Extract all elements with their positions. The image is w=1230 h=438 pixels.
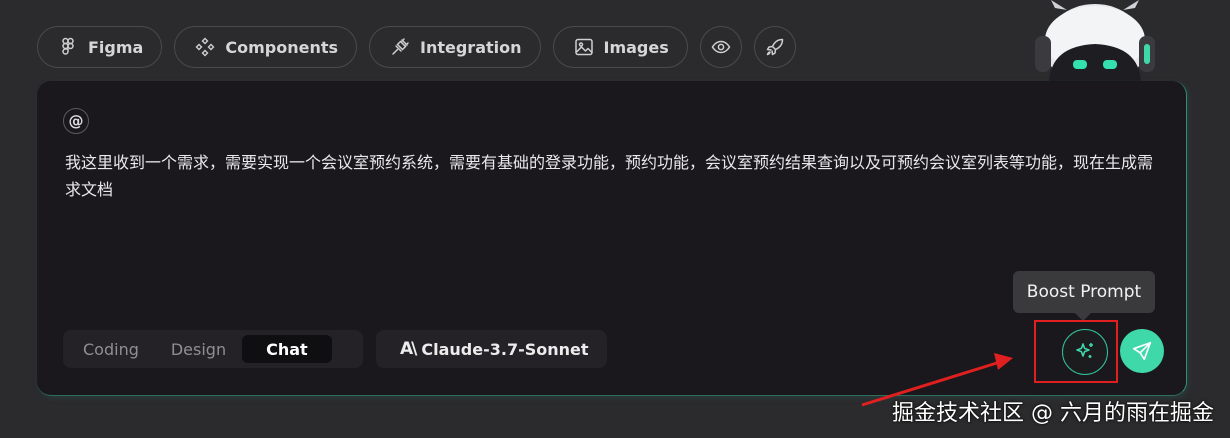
tab-coding[interactable]: Coding [67,335,155,363]
model-name: Claude-3.7-Sonnet [421,339,589,359]
integration-button[interactable]: Integration [369,26,541,68]
mode-switch: Coding Design Chat [63,330,363,368]
boost-prompt-tooltip: Boost Prompt [1013,271,1155,321]
components-label: Components [225,37,338,57]
components-icon [195,37,215,57]
figma-icon [62,37,74,55]
image-icon [574,38,593,56]
eye-icon [711,40,731,54]
mention-button[interactable]: @ [63,108,89,134]
anthropic-logo-icon: A\ [400,339,417,359]
prompt-input[interactable]: 我这里收到一个需求，需要实现一个会议室预约系统，需要有基础的登录功能，预约功能，… [65,149,1165,203]
rocket-icon [766,38,783,56]
robot-mascot-icon [1035,0,1155,82]
figma-button[interactable]: Figma [37,26,163,68]
model-selector[interactable]: A\ Claude-3.7-Sonnet [376,330,607,368]
deploy-button[interactable] [753,26,796,68]
images-label: Images [603,37,669,57]
integration-label: Integration [420,37,522,57]
preview-button[interactable] [699,26,742,68]
send-icon [1132,341,1152,361]
prompt-panel: @ 我这里收到一个需求，需要实现一个会议室预约系统，需要有基础的登录功能，预约功… [37,81,1187,396]
plug-icon [392,38,409,55]
boost-prompt-button[interactable] [1062,329,1108,375]
watermark: 掘金技术社区 @ 六月的雨在掘金 [892,401,1214,426]
sparkle-icon [1076,343,1093,358]
images-button[interactable]: Images [552,26,688,68]
send-button[interactable] [1120,329,1164,373]
components-button[interactable]: Components [174,26,357,68]
tab-design[interactable]: Design [155,335,242,363]
tab-chat[interactable]: Chat [242,335,332,363]
figma-label: Figma [88,37,144,57]
top-toolbar: Figma Components Integration Images [37,26,796,68]
